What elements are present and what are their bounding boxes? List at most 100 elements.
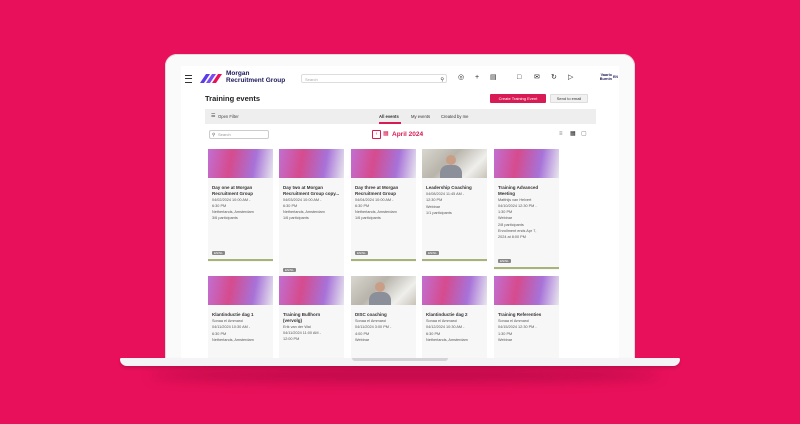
event-card-detail: Sonaa el Ammaroi (212, 319, 244, 323)
notes-icon[interactable]: □ (517, 73, 521, 82)
filter-icon[interactable]: ☰ (211, 113, 215, 119)
event-card-title: Leadership Coaching (426, 185, 472, 190)
event-card-title: Klantinductie dag 1 (212, 312, 254, 317)
event-card-image (351, 149, 416, 178)
event-card-image (351, 276, 416, 305)
page-title: Training events (205, 94, 261, 103)
previous-month-button[interactable]: ‹ (372, 130, 381, 139)
search-icon: ⚲ (212, 132, 216, 137)
language-badge: EN/NL (498, 259, 511, 263)
event-card-title: Training Referenties (498, 312, 542, 317)
event-card-title: Training Bullhorn (vervolg) (283, 312, 321, 323)
event-card-detail: Webinar (498, 337, 513, 342)
refresh-icon[interactable]: ↻ (551, 73, 557, 82)
event-card-detail: 6:30 PM (426, 331, 441, 336)
menu-icon[interactable] (185, 75, 192, 83)
next-month-button[interactable]: › (421, 130, 423, 139)
event-card-detail: 6:30 PM (212, 331, 227, 336)
event-card-detail: 04/04/2024 10:00 AM - (355, 197, 394, 202)
event-card-detail: 12:30 PM (426, 198, 443, 203)
event-card-image (422, 276, 487, 305)
logo-text: Morgan Recruitment Group (226, 70, 286, 84)
target-icon[interactable]: ◎ (458, 73, 464, 82)
event-card-image (279, 276, 344, 305)
user-name[interactable]: Vaarlo Burnin (590, 73, 612, 81)
event-card-detail: 04/12/2024 10:30 AM - (426, 325, 465, 330)
event-card-detail: Webinar (498, 216, 513, 221)
event-card-title: Day one at Morgan Recruitment Group (212, 185, 254, 196)
tab-created-by-me[interactable]: Created by me (441, 114, 468, 119)
send-to-email-button[interactable]: Send to email (550, 94, 588, 103)
event-card[interactable]: Training Advanced Meeting Matthijs van He… (494, 149, 559, 270)
open-filter-button[interactable]: Open Filter (218, 114, 239, 119)
event-card-detail: 6:30 PM (283, 203, 298, 208)
event-card[interactable]: Training Referenties Sonaa el Ammaroi 04/1… (494, 276, 559, 358)
event-card[interactable]: Day one at Morgan Recruitment Group 04/02… (208, 149, 273, 262)
top-bar: Morgan Recruitment Group Search ⚲ ◎ + ▤ … (181, 66, 619, 90)
event-card-detail: 6:30 PM (212, 203, 227, 208)
event-card[interactable]: Day three at Morgan Recruitment Group 04/… (351, 149, 416, 262)
language-badge: EN/NL (212, 251, 225, 255)
event-card[interactable]: Leadership Coaching 04/08/2024 11:45 AM -… (422, 149, 487, 262)
event-card-detail: 04/11/2024 10:30 AM - (212, 325, 251, 330)
tab-my-events[interactable]: My events (411, 114, 430, 119)
list-view-icon[interactable]: ≡ (559, 131, 563, 138)
active-tab-indicator (379, 122, 401, 124)
event-card-title: DISC coaching (355, 312, 387, 317)
create-training-event-button[interactable]: Create Training Event (490, 94, 546, 103)
event-card-detail: Webinar (355, 337, 370, 342)
event-card[interactable]: Training Bullhorn (vervolg) Erik van der … (279, 276, 344, 358)
event-card-detail: 04/02/2024 10:00 AM - (212, 197, 251, 202)
add-icon[interactable]: + (475, 73, 479, 82)
event-card-detail: Sonaa el Ammaroi (355, 319, 387, 323)
event-card-detail: 04/11/2024 3:00 PM - (355, 325, 392, 330)
calendar-view-icon[interactable]: ▢ (581, 131, 587, 138)
language-switch[interactable]: EN (613, 75, 618, 79)
event-card-image (208, 149, 273, 178)
logo-line-2: Recruitment Group (226, 76, 286, 84)
event-card-detail: Matthijs van Helvert (498, 197, 532, 202)
event-card-detail: 2024 at 8:00 PM (498, 235, 526, 240)
tab-all-events[interactable]: All events (379, 114, 399, 119)
calendar-icon: ▦ (383, 131, 389, 137)
event-card-detail: 4:00 PM (355, 331, 370, 336)
logo-icon (200, 74, 222, 83)
language-badge: EN/NL (426, 251, 439, 255)
event-card[interactable]: Klantinductie dag 1 Sonaa el Ammaroi 04/11… (208, 276, 273, 358)
event-card[interactable]: Klantinductie dag 2 Sonaa el Ammaroi 04/12… (422, 276, 487, 358)
event-card[interactable]: Day two at Morgan Recruitment Group copy… (279, 149, 344, 279)
event-card-detail: 1/6 participants (283, 216, 309, 221)
language-badge: EN/NL (283, 268, 296, 272)
event-card-detail: 1:30 PM (498, 210, 513, 215)
event-card-detail: 04/08/2024 11:45 AM - (426, 192, 465, 196)
events-search-input[interactable]: ⚲ Search (209, 130, 269, 139)
grid-view-icon[interactable]: ▦ (570, 131, 576, 138)
event-card-detail: 04/11/2024 11:00 AM - (283, 330, 321, 335)
event-card-detail: 3/6 participants (212, 216, 238, 221)
event-card-detail: 1/1 participants (426, 210, 452, 215)
language-badge: EN/NL (355, 251, 368, 255)
event-card-detail: 2/8 participants (498, 222, 524, 227)
event-card[interactable]: DISC coaching Sonaa el Ammaroi 04/11/2024 … (351, 276, 416, 358)
event-card-detail: 1/6 participants (355, 216, 381, 221)
month-label: April 2024 (392, 131, 424, 138)
search-icon[interactable]: ⚲ (440, 76, 444, 85)
user-name-line-2: Burnin (599, 77, 612, 81)
event-card-status-line (208, 259, 273, 261)
event-card-status-line (422, 259, 487, 261)
event-card-detail: Sonaa el Ammaroi (426, 319, 458, 323)
bookmark-icon[interactable]: ▷ (568, 73, 573, 82)
global-search-input[interactable]: Search ⚲ (301, 74, 447, 83)
event-card-image (494, 149, 559, 178)
event-card-detail: 04/15/2024 12:30 PM - (498, 325, 537, 330)
event-card-detail: Netherlands, Amsterdam (212, 337, 254, 342)
laptop-notch (352, 358, 448, 361)
event-card-image (279, 149, 344, 178)
event-card-image (494, 276, 559, 305)
event-card-detail: Enrollment ends Apr 7, (498, 228, 537, 233)
event-card-detail: Webinar (426, 204, 441, 209)
event-card-detail: Netherlands, Amsterdam (355, 210, 397, 215)
mail-icon[interactable]: ✉ (534, 73, 540, 82)
event-card-image (422, 149, 487, 178)
chat-icon[interactable]: ▤ (490, 73, 497, 82)
